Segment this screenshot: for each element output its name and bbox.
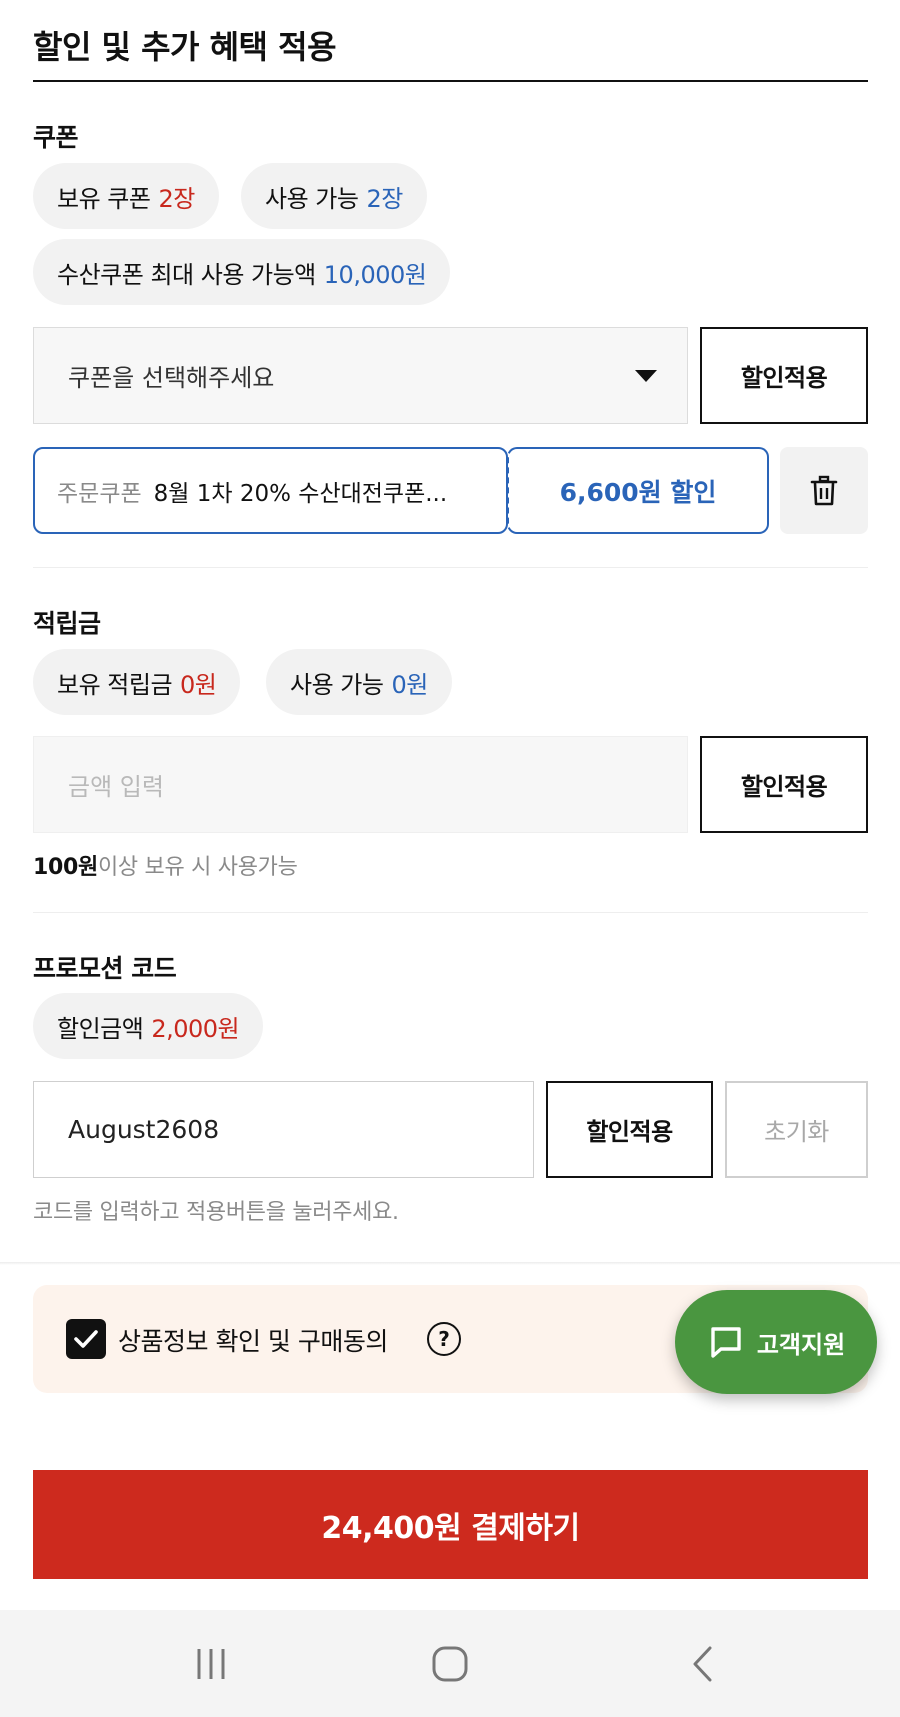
usable-coupon-count: 2장 — [366, 184, 403, 213]
home-icon — [432, 1646, 468, 1682]
owned-coupon-badge: 보유 쿠폰 2장 — [33, 163, 219, 229]
usable-points-badge: 사용 가능 0원 — [266, 649, 452, 715]
promo-discount-value: 2,000원 — [151, 1014, 240, 1043]
usable-points-label: 사용 가능 — [290, 670, 384, 699]
points-amount-input[interactable]: 금액 입력 — [33, 736, 688, 833]
agreement-label[interactable]: 상품정보 확인 및 구매동의 — [118, 1322, 388, 1358]
home-button[interactable] — [414, 1640, 486, 1688]
bottom-panel-divider — [0, 1262, 900, 1265]
applied-coupon-name: 8월 1차 20% 수산대전쿠폰... — [153, 480, 448, 507]
promo-section-label: 프로모션 코드 — [33, 954, 177, 983]
promo-hint: 코드를 입력하고 적용버튼을 눌러주세요. — [33, 1200, 399, 1225]
max-coupon-badge: 수산쿠폰 최대 사용 가능액 10,000원 — [33, 239, 451, 305]
points-section-label: 적립금 — [33, 609, 101, 638]
promo-apply-button[interactable]: 할인적용 — [546, 1081, 713, 1178]
promo-code-value: August2608 — [68, 1115, 220, 1144]
title-divider — [33, 80, 868, 82]
promo-code-input[interactable]: August2608 — [33, 1081, 534, 1178]
coupon-select-placeholder: 쿠폰을 선택해주세요 — [68, 364, 275, 392]
section-divider — [33, 567, 868, 568]
points-hint-text: 이상 보유 시 사용가능 — [97, 855, 298, 880]
points-hint-amount: 100원 — [33, 855, 98, 880]
chat-bubble-icon — [711, 1327, 741, 1358]
customer-support-button[interactable]: 고객지원 — [675, 1290, 877, 1394]
points-apply-button[interactable]: 할인적용 — [700, 736, 868, 833]
check-icon — [74, 1330, 98, 1348]
back-icon — [693, 1646, 712, 1682]
caret-down-icon — [635, 370, 657, 382]
recent-apps-button[interactable] — [175, 1640, 247, 1688]
max-coupon-value: 10,000원 — [323, 260, 427, 289]
max-coupon-label: 수산쿠폰 최대 사용 가능액 — [57, 260, 316, 289]
coupon-section-label: 쿠폰 — [33, 123, 79, 152]
points-input-placeholder: 금액 입력 — [68, 773, 164, 801]
recent-apps-icon — [197, 1649, 225, 1679]
help-icon[interactable]: ? — [427, 1322, 461, 1356]
coupon-apply-button[interactable]: 할인적용 — [700, 327, 868, 424]
pay-button[interactable]: 24,400원 결제하기 — [33, 1470, 868, 1579]
page-title: 할인 및 추가 혜택 적용 — [33, 28, 337, 66]
section-divider — [33, 912, 868, 913]
remove-coupon-button[interactable] — [780, 447, 868, 534]
usable-points-value: 0원 — [391, 670, 428, 699]
back-button[interactable] — [667, 1640, 739, 1688]
promo-reset-button[interactable]: 초기화 — [725, 1081, 868, 1178]
usable-coupon-label: 사용 가능 — [265, 184, 359, 213]
trash-icon — [810, 475, 838, 505]
promo-discount-badge: 할인금액 2,000원 — [33, 993, 264, 1059]
owned-coupon-label: 보유 쿠폰 — [57, 184, 151, 213]
coupon-select[interactable]: 쿠폰을 선택해주세요 — [33, 327, 688, 424]
promo-discount-label: 할인금액 — [57, 1014, 144, 1043]
owned-coupon-count: 2장 — [158, 184, 195, 213]
agreement-checkbox[interactable] — [66, 1319, 106, 1359]
owned-points-value: 0원 — [180, 670, 217, 699]
owned-points-label: 보유 적립금 — [57, 670, 173, 699]
applied-coupon[interactable]: 주문쿠폰 8월 1차 20% 수산대전쿠폰... — [33, 447, 508, 534]
points-hint: 100원이상 보유 시 사용가능 — [33, 849, 298, 881]
applied-coupon-discount: 6,600원 할인 — [507, 447, 769, 534]
applied-coupon-tag: 주문쿠폰 — [57, 480, 142, 507]
usable-coupon-badge: 사용 가능 2장 — [241, 163, 427, 229]
owned-points-badge: 보유 적립금 0원 — [33, 649, 241, 715]
customer-support-label: 고객지원 — [756, 1330, 846, 1359]
